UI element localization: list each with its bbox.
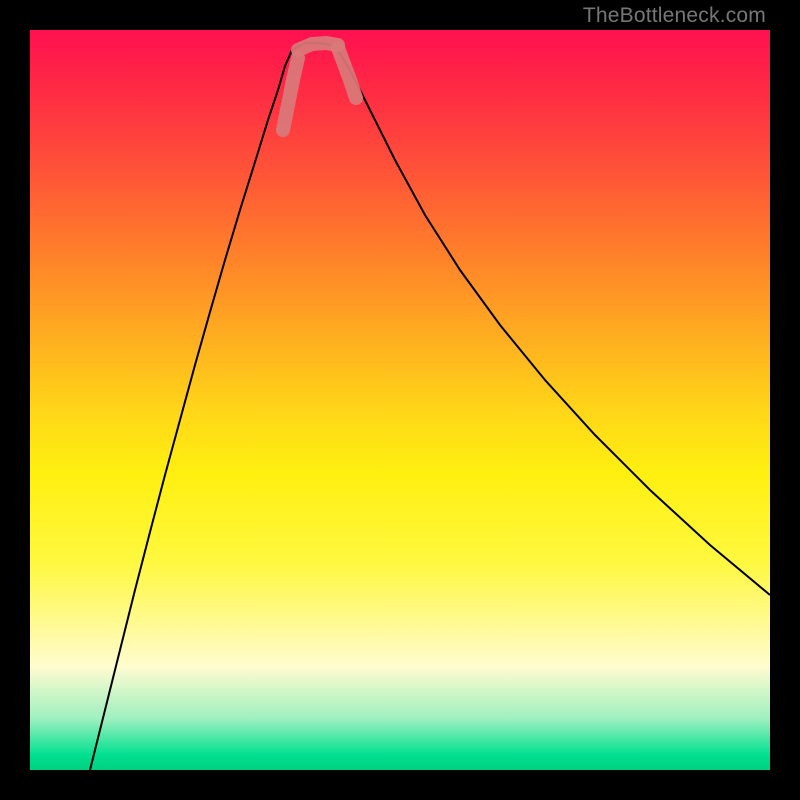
right-marker: [338, 48, 356, 98]
left-marker: [283, 58, 298, 130]
right-branch-line: [335, 46, 770, 595]
watermark-text: TheBottleneck.com: [583, 4, 766, 28]
left-branch-line: [90, 50, 292, 770]
curve-group: [90, 43, 770, 770]
marker-group: [283, 43, 356, 130]
chart-svg: [30, 30, 770, 770]
